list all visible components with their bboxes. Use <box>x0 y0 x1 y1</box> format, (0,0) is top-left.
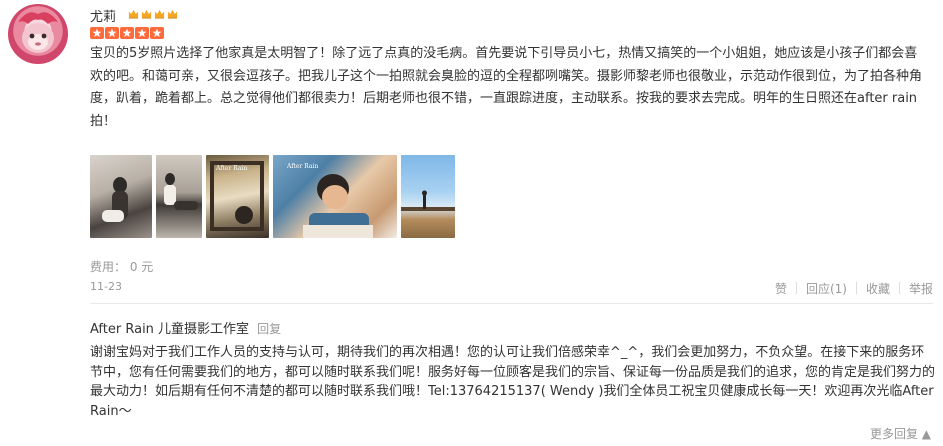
review-date: 11-23 <box>90 280 122 293</box>
section-divider <box>90 303 933 304</box>
username[interactable]: 尤莉 <box>90 6 116 25</box>
photo-caption: After Rain <box>287 163 319 170</box>
review-photo-1[interactable] <box>90 155 152 238</box>
crown-icon <box>128 9 139 19</box>
crown-icon <box>167 9 178 19</box>
review-text: 宝贝的5岁照片选择了他家真是太明智了！除了远了点真的没毛病。首先要说下引导员小七… <box>90 46 923 129</box>
review-photos: After Rain After Rain <box>90 155 455 238</box>
merchant-name[interactable]: After Rain 儿童摄影工作室 <box>90 322 249 337</box>
photo-caption: After Rain <box>216 165 248 172</box>
favorite-button[interactable]: 收藏 <box>857 280 899 297</box>
more-replies-link[interactable]: 更多回复 ▲ <box>870 425 931 442</box>
review-cost: 费用： 0 元 <box>90 260 154 274</box>
merchant-reply-text: 谢谢宝妈对于我们工作人员的支持与认可，期待我们的再次相遇！您的认可让我们倍感荣幸… <box>90 345 936 419</box>
star-icon <box>150 27 164 39</box>
review-actions: 赞 回应(1) 收藏 举报 <box>766 280 933 297</box>
review-photo-5[interactable] <box>401 155 455 238</box>
crown-icon <box>141 9 152 19</box>
star-icon <box>105 27 119 39</box>
review-photo-3[interactable]: After Rain <box>206 155 269 238</box>
crown-icon <box>154 9 165 19</box>
report-button[interactable]: 举报 <box>900 280 933 297</box>
avatar[interactable] <box>8 4 68 64</box>
review-photo-4[interactable]: After Rain <box>273 155 397 238</box>
reply-button[interactable]: 回应(1) <box>797 280 856 297</box>
like-button[interactable]: 赞 <box>766 280 796 297</box>
review-photo-2[interactable] <box>156 155 202 238</box>
pink-monkey-plush-icon <box>18 12 58 53</box>
rating-stars <box>90 27 164 39</box>
user-level <box>128 8 178 19</box>
star-icon <box>135 27 149 39</box>
star-icon <box>90 27 104 39</box>
reply-tag: 回复 <box>257 322 282 336</box>
star-icon <box>120 27 134 39</box>
merchant-reply-header: After Rain 儿童摄影工作室 回复 <box>90 318 281 337</box>
